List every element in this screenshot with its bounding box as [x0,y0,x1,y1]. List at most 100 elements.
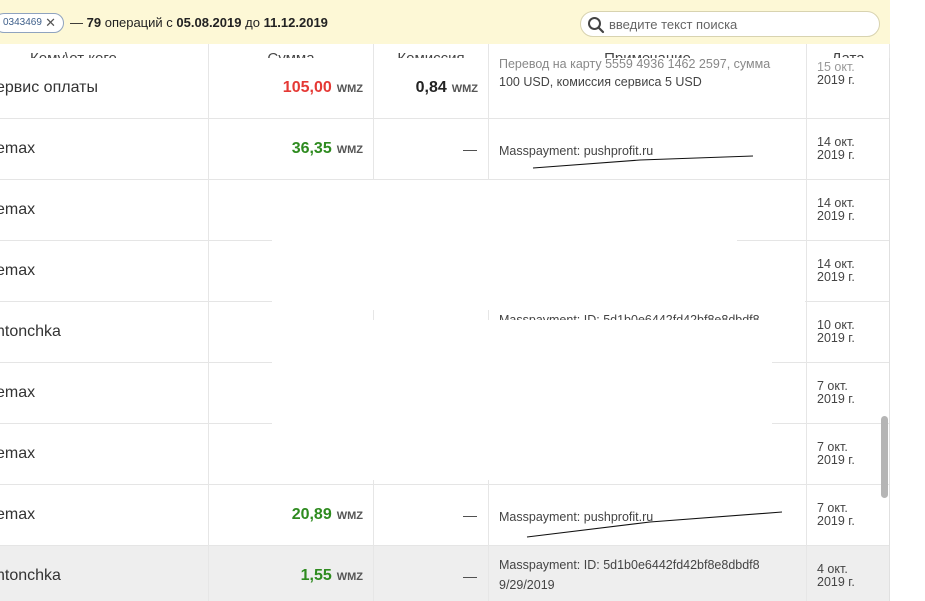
date-year: 2019 г. [817,209,855,223]
cell-fee: 0,84 WMZ [374,58,489,119]
scrollbar-track[interactable] [880,74,890,601]
counterparty: ntonchka [0,567,61,584]
amount: 36,35 WMZ [292,140,363,158]
date-year: 2019 г. [817,270,855,284]
cell-who: emax [0,485,209,546]
date-year: 2019 г. [817,453,855,467]
fee-dash: — [463,568,477,584]
fee: 0,84 WMZ [416,79,478,97]
operations-word: операций [104,15,163,30]
cell-fee: — [374,485,489,546]
cell-note: Masspayment: pushprofit.ru [489,485,807,546]
close-icon[interactable]: ✕ [45,14,56,32]
fee-dash: — [463,141,477,157]
cell-date: 14 окт. 2019 г. [807,119,890,180]
currency-label: WMZ [336,510,363,522]
cell-date: 4 окт. 2019 г. [807,546,890,601]
filter-summary: — 79 операций с 05.08.2019 до 11.12.2019 [70,15,328,30]
note-line-1: Masspayment: ID: 5d1b0e6442fd42bf8e8dbdf… [499,558,760,572]
cell-who: ntonchka [0,302,209,363]
date-year: 2019 г. [817,73,855,87]
amount-value: 36,35 [291,140,332,157]
cell-date: 15 окт. 2019 г. [807,58,890,119]
cell-fee: — [374,546,489,601]
currency-label: WMZ [336,571,363,583]
amount-value: 105,00 [282,79,332,96]
counterparty: emax [0,384,36,401]
cell-date: 14 окт. 2019 г. [807,241,890,302]
date-text: 10 окт. 2019 г. [817,319,855,345]
cell-note: Перевод на карту 5559 4936 1462 2597, су… [489,57,807,119]
filter-bar: 0343469 ✕ — 79 операций с 05.08.2019 до … [0,0,890,45]
date-year: 2019 г. [817,331,855,345]
date-text: 7 окт. 2019 г. [817,441,855,467]
summary-dash: — [70,15,83,30]
operations-panel: 0343469 ✕ — 79 операций с 05.08.2019 до … [0,0,890,601]
note-line-1: Перевод на карту 5559 4936 1462 2597, су… [499,57,771,71]
table-row[interactable]: emax 20,89 WMZ — Masspayment: pushprofit.… [0,485,890,546]
redaction-mask [272,180,737,310]
redaction-mask [378,302,488,322]
date-text: 14 окт. 2019 г. [817,197,855,223]
from-word: с [166,15,173,30]
cell-sum: 20,89 WMZ [209,485,374,546]
search-icon [588,17,605,34]
cell-who: emax [0,241,209,302]
date-from[interactable]: 05.08.2019 [176,15,241,30]
currency-label: WMZ [336,144,363,156]
to-word: до [245,15,260,30]
amount-value: 20,89 [291,506,332,523]
cell-fee: — [374,119,489,180]
cell-sum: 36,35 WMZ [209,119,374,180]
cell-who: ервис оплаты [0,58,209,119]
note-line-1: Masspayment: pushprofit.ru [499,144,654,158]
note-line-2: 100 USD, комиссия сервиса 5 USD [499,75,702,89]
cell-note: Masspayment: ID: 5d1b0e6442fd42bf8e8dbdf… [489,546,807,601]
amount-value: 1,55 [300,567,332,584]
counterparty: ервис оплаты [0,79,98,96]
date-year: 2019 г. [817,148,855,162]
amount: 105,00 WMZ [283,79,363,97]
currency-label: WMZ [336,83,363,95]
cell-who: ntonchka [0,546,209,601]
cell-sum: 1,55 WMZ [209,546,374,601]
fee-value: 0,84 [415,79,447,96]
wallet-filter-chip[interactable]: 0343469 ✕ [0,13,64,33]
cell-date: 14 окт. 2019 г. [807,180,890,241]
amount: 20,89 WMZ [292,506,363,524]
date-year: 2019 г. [817,575,855,589]
redaction-mask [737,180,779,237]
counterparty: emax [0,506,36,523]
date-text: 7 окт. 2019 г. [817,380,855,406]
table-row[interactable]: ntonchka 1,55 WMZ — Masspayment: ID: 5d1b… [0,546,890,601]
cell-who: emax [0,119,209,180]
operations-count: 79 [86,15,102,30]
date-to[interactable]: 11.12.2019 [264,15,328,30]
cell-date: 7 окт. 2019 г. [807,424,890,485]
cell-who: emax [0,424,209,485]
date-text: 14 окт. 2019 г. [817,258,855,284]
table-row[interactable]: emax 36,35 WMZ — Masspayment: pushprofit.… [0,119,890,180]
scrollbar-thumb[interactable] [881,416,888,498]
search-box[interactable] [580,11,880,37]
date-text: 4 окт. 2019 г. [817,563,855,589]
search-input[interactable] [609,15,869,33]
date-year: 2019 г. [817,514,855,528]
date-text: 14 окт. 2019 г. [817,136,855,162]
currency-label: WMZ [451,83,478,95]
date-year: 2019 г. [817,392,855,406]
cell-date: 7 окт. 2019 г. [807,485,890,546]
counterparty: ntonchka [0,323,61,340]
counterparty: emax [0,140,36,157]
cell-who: emax [0,363,209,424]
date-text: 7 окт. 2019 г. [817,502,855,528]
cell-date: 10 окт. 2019 г. [807,302,890,363]
note-line-1: Masspayment: pushprofit.ru [499,510,654,524]
wallet-filter-chip-label: 0343469 [3,17,42,28]
redaction-mask [272,320,772,480]
table-row[interactable]: ервис оплаты 105,00 WMZ 0,84 WMZ Перевод н… [0,57,890,119]
cell-date: 7 окт. 2019 г. [807,363,890,424]
fee-dash: — [463,507,477,523]
cell-note: Masspayment: pushprofit.ru [489,119,807,180]
date-text: 15 окт. 2019 г. [817,61,855,87]
